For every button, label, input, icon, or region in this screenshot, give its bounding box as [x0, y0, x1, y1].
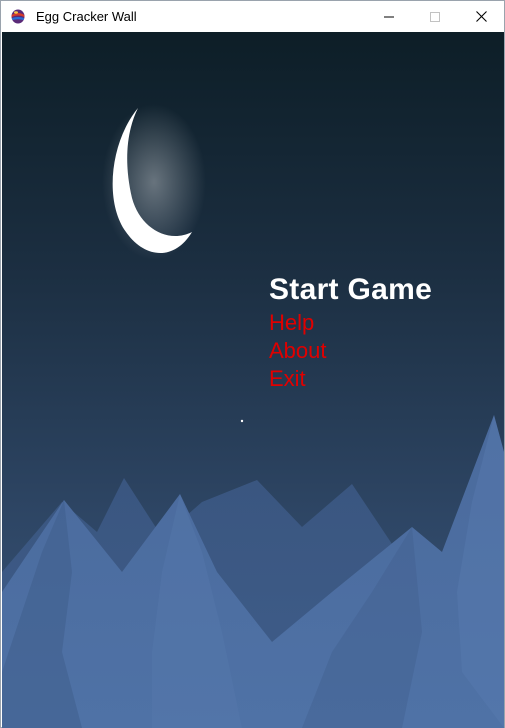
minimize-icon: [384, 12, 394, 22]
close-icon: [475, 11, 487, 22]
help-menu-item[interactable]: Help: [269, 309, 432, 337]
close-button[interactable]: [458, 1, 504, 32]
about-menu-item[interactable]: About: [269, 337, 432, 365]
game-canvas[interactable]: Start Game Help About Exit: [2, 32, 504, 728]
egg-app-icon: [10, 8, 26, 24]
main-menu: Start Game Help About Exit: [269, 271, 432, 393]
maximize-icon: [430, 11, 440, 22]
title-bar[interactable]: Egg Cracker Wall: [1, 1, 504, 32]
window-title: Egg Cracker Wall: [36, 9, 137, 24]
star: [240, 419, 244, 423]
crescent-moon: [102, 104, 206, 260]
exit-menu-item[interactable]: Exit: [269, 365, 432, 393]
game-window: Egg Cracker Wall Start Game Help About E…: [0, 0, 505, 728]
maximize-button[interactable]: [412, 1, 458, 32]
start-game-menu-item[interactable]: Start Game: [269, 271, 432, 309]
minimize-button[interactable]: [366, 1, 412, 32]
